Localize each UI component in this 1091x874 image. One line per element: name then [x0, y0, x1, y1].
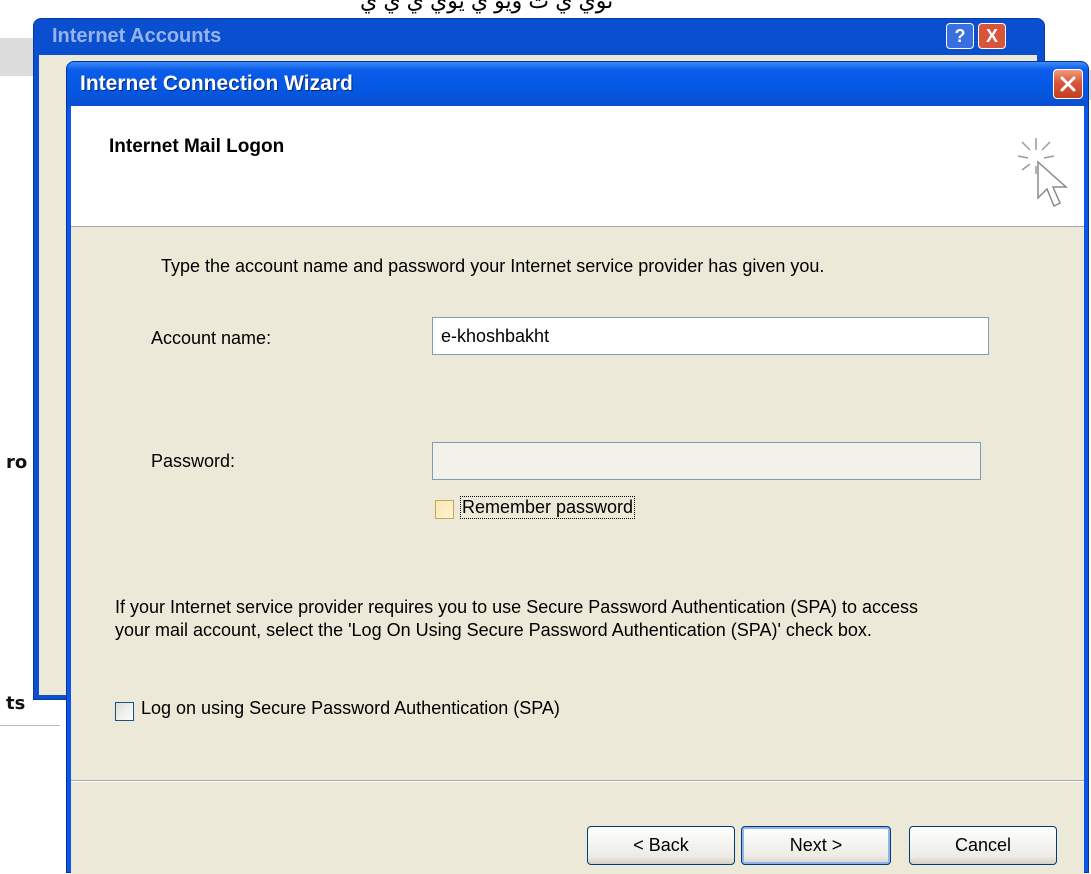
spa-description: If your Internet service provider requir…: [115, 597, 919, 640]
background-divider: [0, 725, 60, 726]
remember-password-label[interactable]: Remember password: [460, 496, 636, 519]
back-window-title: Internet Accounts: [52, 25, 222, 47]
wizard-header: Internet Mail Logon: [71, 106, 1084, 227]
close-button[interactable]: [1053, 69, 1083, 99]
background-fragment: ts: [6, 693, 26, 714]
remember-password-checkbox[interactable]: [435, 500, 454, 519]
title-bar[interactable]: Internet Connection Wizard: [67, 62, 1088, 106]
background-page-text: ئوي ي ت ويو ي يوي ي ي ي: [360, 0, 614, 13]
wizard-client-area: Internet Mail Logon Type the account nam…: [71, 106, 1084, 874]
password-label: Password:: [151, 451, 236, 471]
cursor-click-icon: [1017, 138, 1068, 208]
spa-checkbox[interactable]: [115, 702, 134, 721]
password-field[interactable]: [432, 442, 981, 480]
background-fragment: ro: [6, 452, 28, 473]
account-name-label: Account name:: [151, 328, 272, 348]
account-name-field[interactable]: e-khoshbakht: [432, 317, 989, 355]
close-icon: [1060, 76, 1076, 92]
button-separator: [71, 780, 1084, 782]
back-close-button[interactable]: X: [978, 23, 1006, 49]
back-button[interactable]: < Back: [587, 826, 735, 865]
next-button[interactable]: Next >: [741, 826, 891, 865]
window-title: Internet Connection Wizard: [80, 72, 353, 95]
wizard-window: Internet Connection Wizard Internet Mail…: [66, 61, 1089, 874]
spa-checkbox-label[interactable]: Log on using Secure Password Authenticat…: [141, 698, 560, 719]
help-button[interactable]: ?: [946, 23, 974, 49]
cancel-button[interactable]: Cancel: [909, 826, 1057, 865]
instruction-text: Type the account name and password your …: [161, 256, 825, 276]
page-heading: Internet Mail Logon: [109, 136, 285, 157]
